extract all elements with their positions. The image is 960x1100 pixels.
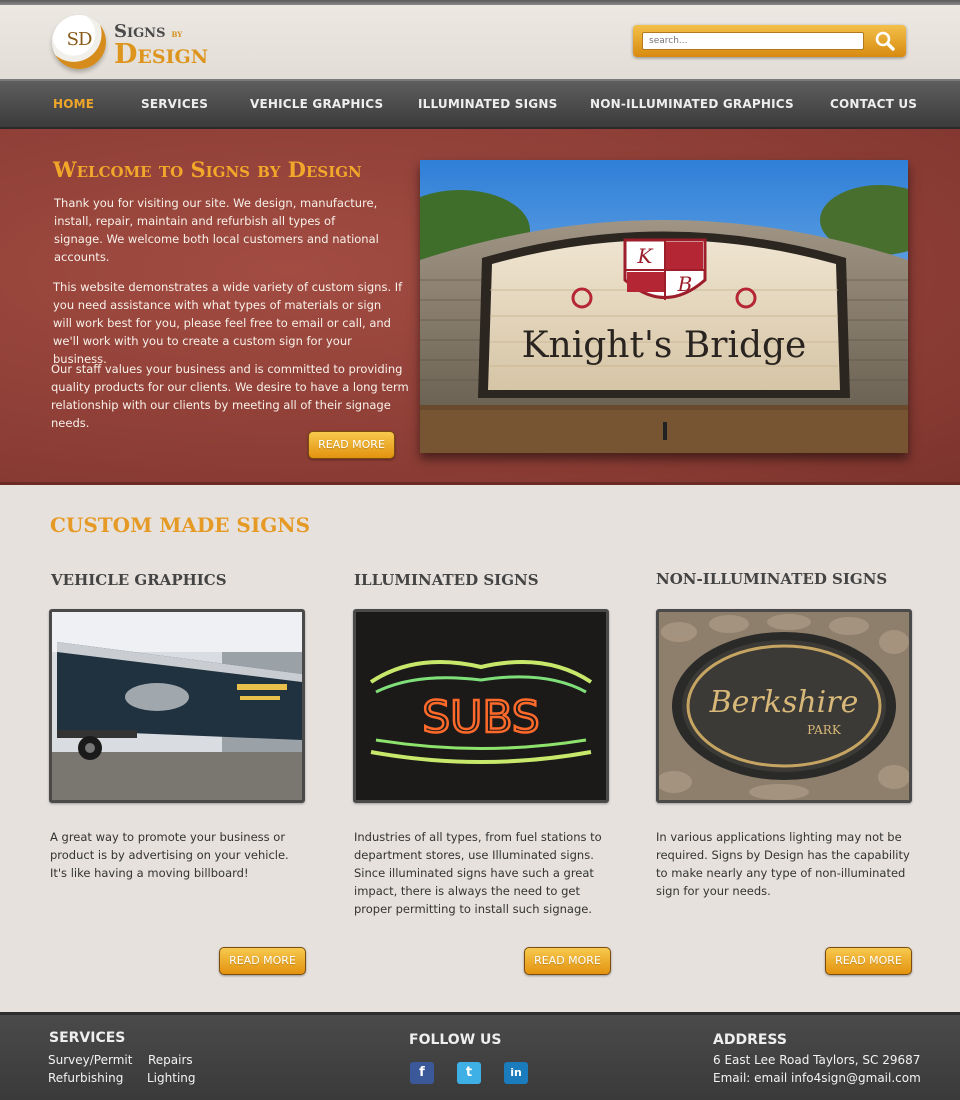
crest-letter-b: B [677, 272, 693, 296]
facebook-glyph: f [419, 1065, 425, 1080]
hero-section: Welcome to Signs by Design Thank you for… [0, 129, 960, 485]
non-illuminated-signs-image[interactable]: Berkshire PARK [656, 609, 912, 803]
hero-paragraph-3: Our staff values your business and is co… [51, 362, 409, 430]
non-illuminated-signs-text: In various applications lighting may not… [656, 830, 910, 898]
footer-link-survey-permit[interactable]: Survey/Permit [48, 1053, 132, 1067]
hero-paragraph-2: This website demonstrates a wide variety… [53, 280, 403, 366]
logo-badge-text: SD [66, 29, 93, 50]
nav-non-illuminated-graphics[interactable]: NON-ILLUMINATED GRAPHICS [590, 97, 794, 111]
illuminated-read-more-button[interactable]: READ MORE [524, 947, 611, 975]
linkedin-icon[interactable]: in [504, 1062, 528, 1084]
footer-follow-heading: FOLLOW US [409, 1032, 502, 1048]
footer-link-refurbishing[interactable]: Refurbishing [48, 1071, 123, 1085]
footer-link-repairs[interactable]: Repairs [148, 1053, 193, 1067]
vehicle-read-more-button[interactable]: READ MORE [219, 947, 306, 975]
hero-title: Welcome to Signs by Design [53, 157, 362, 182]
site-logo[interactable]: SD Signs by Design [52, 15, 242, 75]
search-box [633, 25, 906, 57]
vehicle-graphics-image[interactable] [49, 609, 305, 803]
neon-subs-text: SUBS [422, 692, 539, 743]
nav-contact-us[interactable]: CONTACT US [830, 97, 917, 111]
nav-vehicle-graphics[interactable]: VEHICLE GRAPHICS [250, 97, 383, 111]
park-text: PARK [807, 723, 842, 737]
search-input[interactable] [642, 32, 864, 50]
hero-sign-photo: K B Knight's Bridge [420, 160, 908, 453]
site-header: SD Signs by Design [0, 5, 960, 79]
illuminated-signs-image[interactable]: SUBS [353, 609, 609, 803]
logo-wordmark-design: Design [114, 39, 209, 70]
footer-address-line: 6 East Lee Road Taylors, SC 29687 [713, 1053, 921, 1067]
illuminated-signs-text: Industries of all types, from fuel stati… [354, 830, 602, 916]
magnifier-icon [875, 31, 895, 51]
footer-email-line[interactable]: Email: email info4sign@gmail.com [713, 1071, 921, 1085]
nav-illuminated-signs[interactable]: ILLUMINATED SIGNS [418, 97, 557, 111]
non-illuminated-signs-heading: NON-ILLUMINATED SIGNS [656, 570, 888, 588]
linkedin-glyph: in [510, 1066, 522, 1079]
vehicle-graphics-heading: VEHICLE GRAPHICS [51, 571, 227, 589]
footer-link-lighting[interactable]: Lighting [147, 1071, 196, 1085]
footer-address-heading: ADDRESS [713, 1032, 787, 1048]
nav-services[interactable]: SERVICES [141, 97, 208, 111]
custom-signs-title: CUSTOM MADE SIGNS [50, 513, 311, 537]
hero-read-more-button[interactable]: READ MORE [308, 431, 395, 459]
main-nav: HOME SERVICES VEHICLE GRAPHICS ILLUMINAT… [0, 79, 960, 129]
illuminated-signs-heading: ILLUMINATED SIGNS [354, 571, 539, 589]
twitter-glyph: t [465, 1065, 473, 1080]
search-button[interactable] [869, 28, 901, 54]
vehicle-graphics-text: A great way to promote your business or … [50, 830, 289, 880]
facebook-icon[interactable]: f [410, 1062, 434, 1084]
non-illuminated-read-more-button[interactable]: READ MORE [825, 947, 912, 975]
hero-paragraph-1: Thank you for visiting our site. We desi… [54, 196, 379, 264]
footer-services-heading: SERVICES [49, 1030, 126, 1046]
berkshire-text: Berkshire [709, 685, 859, 720]
nav-home[interactable]: HOME [53, 97, 94, 111]
sign-text-knights-bridge: Knight's Bridge [522, 325, 807, 366]
twitter-icon[interactable]: t [457, 1062, 481, 1084]
crest-letter-k: K [637, 244, 654, 268]
